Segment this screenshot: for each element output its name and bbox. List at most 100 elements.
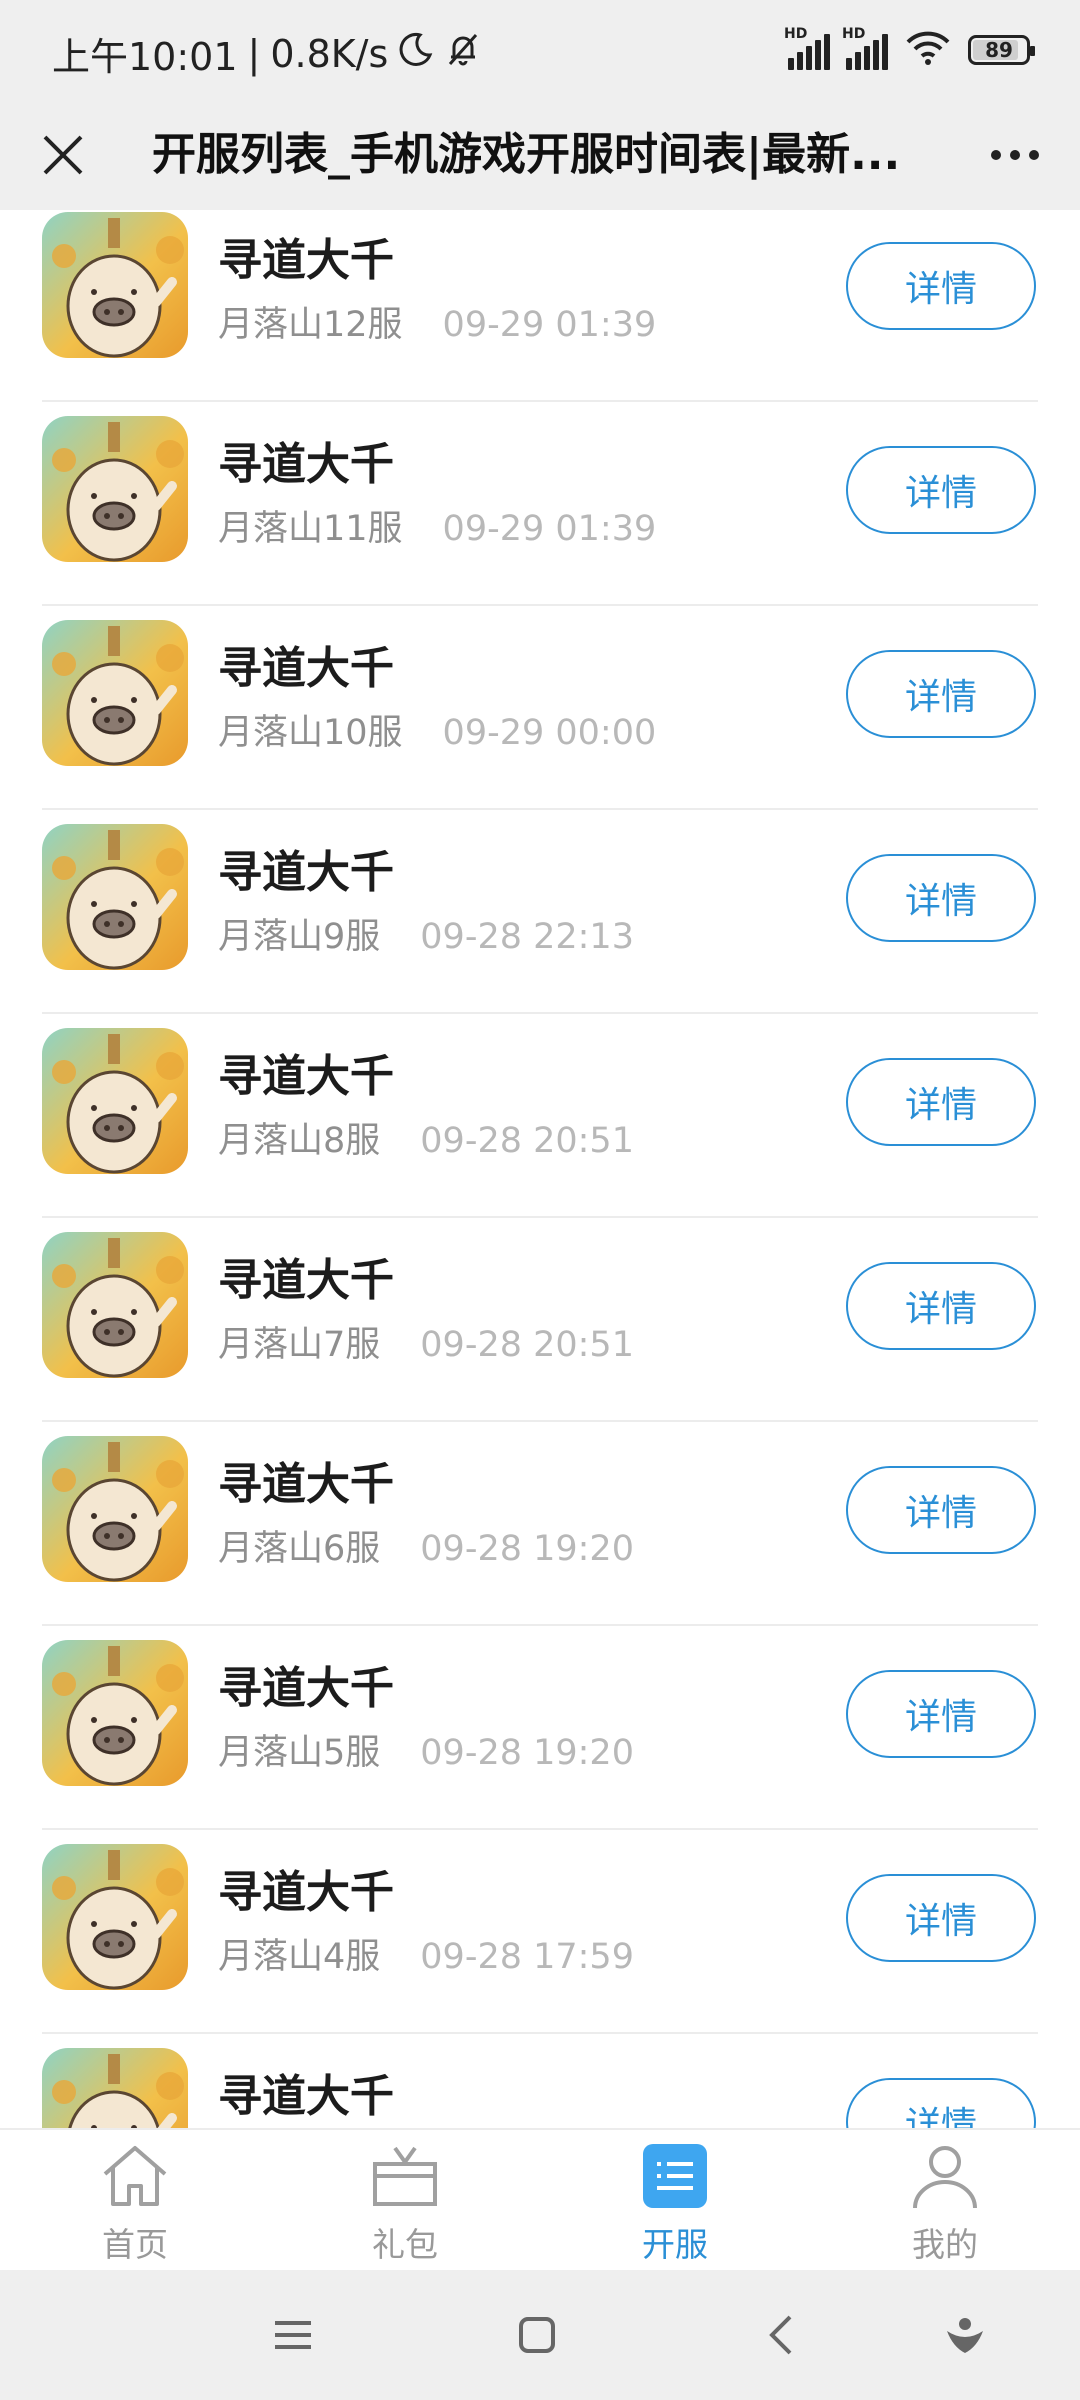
game-thumbnail[interactable] [42, 1640, 188, 1786]
nav-servers[interactable]: 开服 [595, 2140, 755, 2268]
detail-button[interactable]: 详情 [846, 446, 1036, 534]
server-row[interactable]: 寻道大千 月落山6服 09-28 19:20 详情 [0, 1422, 1080, 1626]
game-name: 寻道大千 [218, 1663, 394, 1714]
home-button[interactable] [502, 2300, 572, 2370]
status-right: HD HD 89 [784, 26, 1035, 72]
hd-label: HD [784, 26, 808, 42]
open-time: 09-28 19:20 [420, 1529, 634, 1569]
detail-button[interactable]: 详情 [846, 1262, 1036, 1350]
game-thumbnail[interactable] [42, 1844, 188, 1990]
recent-apps-button[interactable] [258, 2300, 328, 2370]
server-row[interactable]: 寻道大千 月落山9服 09-28 22:13 详情 [0, 810, 1080, 1014]
detail-button[interactable]: 详情 [846, 1466, 1036, 1554]
open-time: 09-28 20:51 [420, 1325, 634, 1365]
home-icon [99, 2140, 171, 2212]
back-button[interactable] [746, 2300, 816, 2370]
detail-button[interactable]: 详情 [846, 242, 1036, 330]
server-name: 月落山4服 [218, 1937, 381, 1977]
detail-button[interactable]: 详情 [846, 854, 1036, 942]
server-info: 月落山12服 09-29 01:39 [218, 296, 656, 347]
system-nav-bar [0, 2270, 1080, 2400]
game-avatar-icon [42, 1640, 188, 1786]
status-separator: | [247, 31, 261, 76]
game-name: 寻道大千 [218, 1255, 394, 1306]
open-time: 09-28 17:59 [420, 1937, 634, 1977]
server-info: 月落山5服 09-28 19:20 [218, 1724, 634, 1775]
server-info: 月落山11服 09-29 01:39 [218, 500, 656, 551]
server-row[interactable]: 寻道大千 月落山10服 09-29 00:00 详情 [0, 606, 1080, 810]
open-time: 09-29 01:39 [442, 305, 657, 345]
nav-profile[interactable]: 我的 [865, 2140, 1025, 2268]
signal-icon: HD [784, 26, 830, 70]
server-row[interactable]: 寻道大千 月落山12服 09-29 01:39 详情 [0, 210, 1080, 402]
close-icon [43, 135, 83, 175]
status-time: 上午10:01 [52, 35, 238, 79]
game-thumbnail[interactable] [42, 1436, 188, 1582]
server-name: 月落山7服 [218, 1325, 381, 1365]
back-arrow-icon [769, 2315, 792, 2355]
server-name: 月落山6服 [218, 1529, 381, 1569]
game-avatar-icon [42, 620, 188, 766]
bottom-nav: 首页 礼包 开服 我的 [0, 2128, 1080, 2270]
server-row[interactable]: 寻道大千 月落山7服 09-28 20:51 详情 [0, 1218, 1080, 1422]
game-name: 寻道大千 [218, 1867, 394, 1918]
more-dot-icon [991, 150, 1001, 160]
game-name: 寻道大千 [218, 1459, 394, 1510]
detail-button[interactable]: 详情 [846, 650, 1036, 738]
detail-button[interactable]: 详情 [846, 2078, 1036, 2128]
server-row[interactable]: 寻道大千 月落山5服 09-28 19:20 详情 [0, 1626, 1080, 1830]
nav-profile-label: 我的 [912, 2225, 978, 2264]
mute-bell-icon [444, 30, 482, 77]
game-thumbnail[interactable] [42, 824, 188, 970]
assistant-icon [947, 2318, 983, 2353]
game-thumbnail[interactable] [42, 620, 188, 766]
server-name: 月落山9服 [218, 917, 381, 957]
nav-home[interactable]: 首页 [55, 2140, 215, 2268]
assistant-button[interactable] [930, 2300, 1000, 2370]
battery-icon: 89 [968, 35, 1035, 65]
wifi-icon [904, 28, 952, 72]
game-name: 寻道大千 [218, 1051, 394, 1102]
server-info: 月落山6服 09-28 19:20 [218, 1520, 634, 1571]
game-avatar-icon [42, 1436, 188, 1582]
detail-button[interactable]: 详情 [846, 1670, 1036, 1758]
server-row[interactable]: 寻道大千 月落山11服 09-29 01:39 详情 [0, 402, 1080, 606]
close-button[interactable] [30, 122, 96, 188]
game-thumbnail[interactable] [42, 212, 188, 358]
game-thumbnail[interactable] [42, 416, 188, 562]
detail-button[interactable]: 详情 [846, 1058, 1036, 1146]
game-avatar-icon [42, 824, 188, 970]
server-list[interactable]: 寻道大千 月落山12服 09-29 01:39 详情 寻道大千 月落山11服 0… [0, 210, 1080, 2128]
game-avatar-icon [42, 416, 188, 562]
server-name: 月落山8服 [218, 1121, 381, 1161]
game-avatar-icon [42, 1028, 188, 1174]
detail-button[interactable]: 详情 [846, 1874, 1036, 1962]
server-row[interactable]: 寻道大千 月落山4服 09-28 17:59 详情 [0, 1830, 1080, 2034]
status-bar: 上午10:01 | 0.8K/s HD HD 89 [0, 0, 1080, 100]
open-time: 09-29 01:39 [442, 509, 657, 549]
game-thumbnail[interactable] [42, 1028, 188, 1174]
server-name: 月落山11服 [218, 509, 403, 549]
game-thumbnail[interactable] [42, 1232, 188, 1378]
server-info: 月落山4服 09-28 17:59 [218, 1928, 634, 1979]
game-name: 寻道大千 [218, 2071, 394, 2122]
nav-gift[interactable]: 礼包 [325, 2140, 485, 2268]
server-row[interactable]: 寻道大千 详情 [0, 2034, 1080, 2128]
more-options-button[interactable] [980, 122, 1050, 188]
game-name: 寻道大千 [218, 643, 394, 694]
page-title: 开服列表_手机游戏开服时间表|最新... [152, 129, 901, 180]
status-left: 上午10:01 | 0.8K/s [52, 26, 482, 81]
game-avatar-icon [42, 212, 188, 358]
game-avatar-icon [42, 1232, 188, 1378]
server-info: 月落山9服 09-28 22:13 [218, 908, 634, 959]
nav-gift-label: 礼包 [372, 2225, 438, 2264]
server-name: 月落山12服 [218, 305, 403, 345]
more-dot-icon [1029, 150, 1039, 160]
game-thumbnail[interactable] [42, 2048, 188, 2128]
open-time: 09-29 00:00 [442, 713, 657, 753]
open-time: 09-28 22:13 [420, 917, 634, 957]
server-info: 月落山8服 09-28 20:51 [218, 1112, 634, 1163]
game-avatar-icon [42, 2048, 188, 2128]
server-list-icon [639, 2140, 711, 2212]
server-row[interactable]: 寻道大千 月落山8服 09-28 20:51 详情 [0, 1014, 1080, 1218]
